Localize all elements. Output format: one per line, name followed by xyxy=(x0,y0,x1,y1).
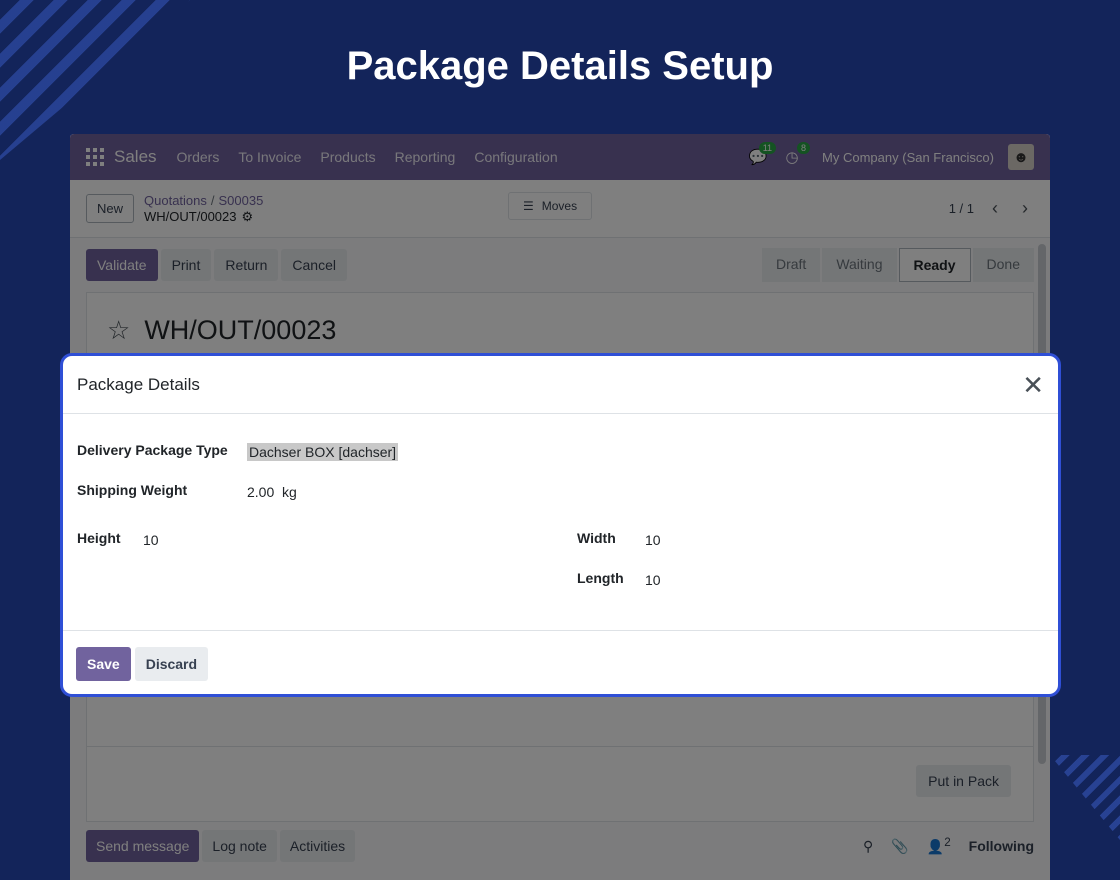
modal-title: Package Details xyxy=(77,374,200,394)
width-field[interactable]: 10 xyxy=(645,532,661,548)
delivery-package-type-field[interactable]: Dachser BOX [dachser] xyxy=(247,443,399,461)
width-label: Width xyxy=(577,530,616,546)
modal-body: Delivery Package Type Dachser BOX [dachs… xyxy=(63,414,1058,630)
height-field[interactable]: 10 xyxy=(143,532,159,548)
shipping-weight-field[interactable]: 2.00 kg xyxy=(247,484,297,500)
page-title: Package Details Setup xyxy=(346,44,774,88)
decorative-stripes-bottom-right xyxy=(1050,755,1120,840)
modal-footer: Save Discard xyxy=(63,630,1058,694)
length-field[interactable]: 10 xyxy=(645,572,661,588)
discard-button[interactable]: Discard xyxy=(134,646,209,681)
shipping-weight-label: Shipping Weight xyxy=(77,482,188,498)
length-label: Length xyxy=(577,570,624,586)
shipping-weight-value: 2.00 xyxy=(247,484,275,500)
save-button[interactable]: Save xyxy=(76,646,131,681)
delivery-package-type-label: Delivery Package Type xyxy=(77,442,228,458)
height-label: Height xyxy=(77,530,121,546)
package-details-dialog: Package Details ✕ Delivery Package Type … xyxy=(60,353,1061,697)
close-icon[interactable]: ✕ xyxy=(1022,372,1044,398)
modal-header: Package Details ✕ xyxy=(63,356,1058,414)
shipping-weight-unit: kg xyxy=(282,484,297,500)
